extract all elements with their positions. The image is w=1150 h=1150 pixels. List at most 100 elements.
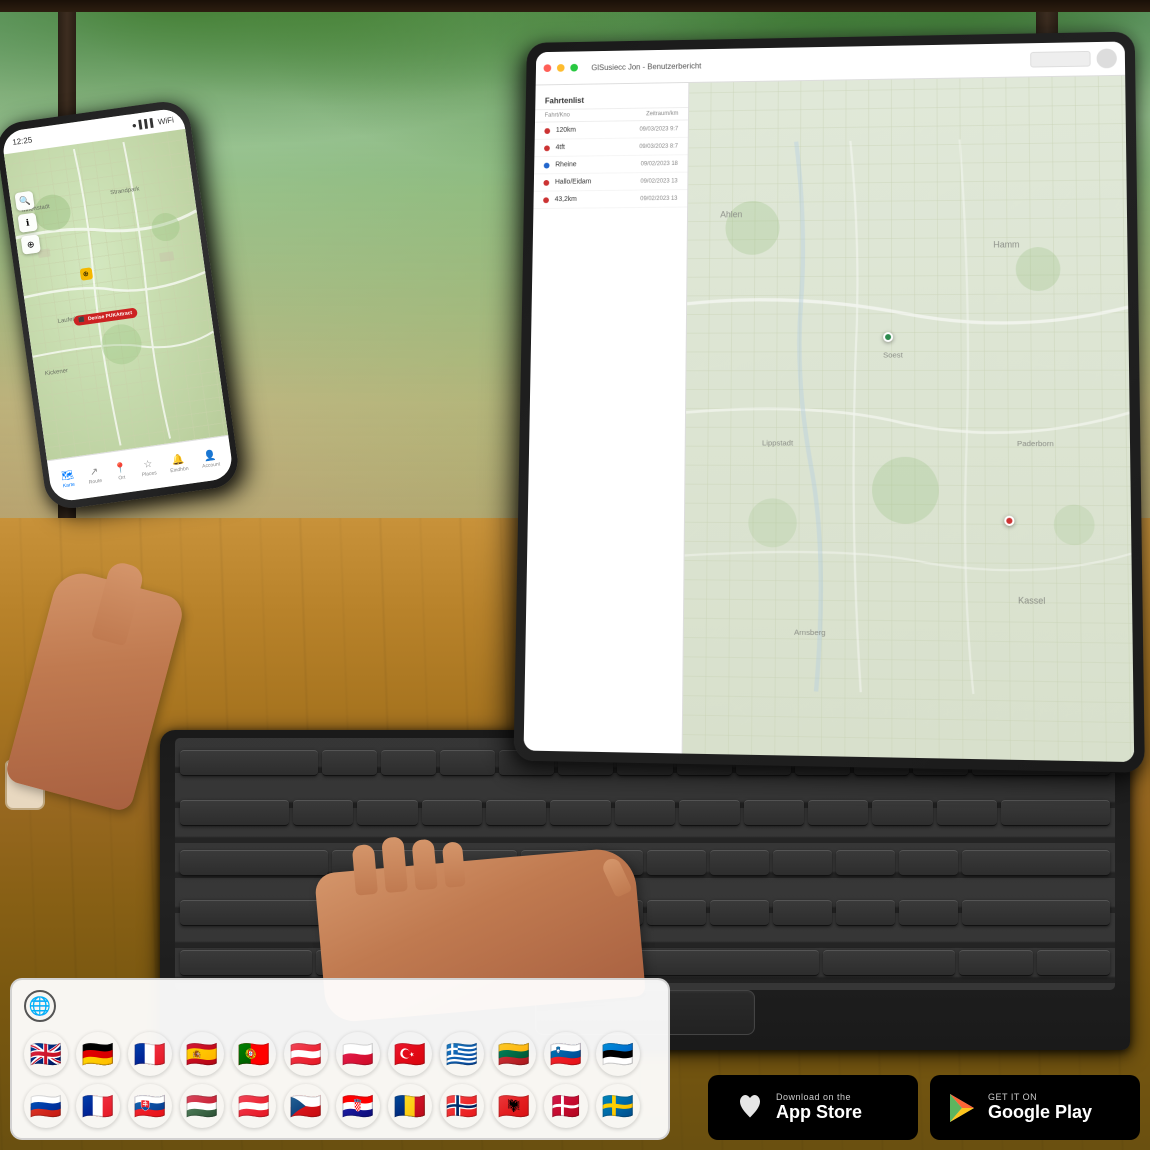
svg-text:Lippstadt: Lippstadt [762, 438, 794, 447]
app-store-text: Download on the App Store [776, 1092, 862, 1123]
phone-nav-layer[interactable]: ⊕ [21, 234, 41, 254]
map-roads-svg: Ahlen Hamm Soest Lippstadt Paderborn Kas… [683, 76, 1135, 762]
flag-denmark: 🇩🇰 [544, 1084, 588, 1128]
finger-3 [412, 839, 438, 891]
key-row-2 [180, 790, 1110, 835]
flag-greece: 🇬🇷 [440, 1032, 484, 1076]
header-dot-maximize[interactable] [570, 64, 578, 72]
key-m [710, 900, 769, 926]
keyboard-key-area [180, 740, 1110, 985]
tablet-sidebar-row[interactable]: 43,2km 09/02/2023 13 [533, 190, 687, 209]
tablet-sidebar-row[interactable]: 120km 09/03/2023 9:7 [535, 120, 688, 139]
key-arrow-r [1037, 950, 1110, 976]
tablet-sidebar-row[interactable]: 4tft 09/03/2023 8:7 [534, 138, 687, 157]
app-store-button[interactable]: Download on the App Store [708, 1075, 918, 1140]
google-play-main: Google Play [988, 1102, 1092, 1123]
header-dot-close[interactable] [544, 64, 552, 72]
svg-text:Kickener: Kickener [45, 368, 69, 377]
key-shift-l [180, 900, 328, 926]
phone-nav-info[interactable]: ℹ [18, 213, 38, 233]
key-l [836, 850, 895, 876]
phone-map: Innenstadt Strandpark Lauferbere Kickene… [4, 129, 228, 460]
flag-norway: 🇳🇴 [440, 1084, 484, 1128]
key-period [836, 900, 895, 926]
svg-text:Soest: Soest [883, 350, 904, 359]
key-semicolon [899, 850, 958, 876]
svg-text:Arnsberg: Arnsberg [794, 627, 826, 637]
flag-poland: 🇵🇱 [336, 1032, 380, 1076]
phone-tab-account[interactable]: 👤 Account [200, 449, 220, 469]
flag-croatia: 🇭🇷 [336, 1084, 380, 1128]
app-store-main: App Store [776, 1102, 862, 1123]
key-p [872, 800, 932, 826]
flags-header: 🌐 [24, 990, 656, 1022]
key-y [615, 800, 675, 826]
key-slash [899, 900, 958, 926]
flag-albania: 🇦🇱 [492, 1084, 536, 1128]
flag-romania: 🇷🇴 [388, 1084, 432, 1128]
key-j [710, 850, 769, 876]
tablet-sidebar-row[interactable]: Hallo/Eidam 09/02/2023 13 [534, 173, 688, 192]
flag-slovenia: 🇸🇮 [544, 1032, 588, 1076]
tablet-device: GlSusiecc Jon - Benutzerbericht Fahrtenl… [514, 32, 1145, 773]
flag-germany: 🇩🇪 [76, 1032, 120, 1076]
key-1 [322, 750, 377, 776]
apple-logo-svg [734, 1092, 766, 1124]
flag-france: 🇫🇷 [128, 1032, 172, 1076]
phone-tab-karte[interactable]: 🗺 Karte [61, 470, 76, 490]
key-bracket [937, 800, 997, 826]
key-r [486, 800, 546, 826]
key-q [293, 800, 353, 826]
flag-estonia: 🇪🇪 [596, 1032, 640, 1076]
google-play-button[interactable]: GET IT ON Google Play [930, 1075, 1140, 1140]
tablet-body: Fahrtenlist Fahrt/Kno Zeitraum/km 120km … [524, 76, 1135, 762]
key-enter [1001, 800, 1110, 826]
google-play-text: GET IT ON Google Play [988, 1092, 1092, 1123]
flag-portugal: 🇵🇹 [232, 1032, 276, 1076]
store-buttons-container: Download on the App Store GET IT ON Goog… [708, 1075, 1140, 1140]
phone-tab-ort[interactable]: 📍 Ort [114, 462, 129, 482]
phone-status-icons: ● ▌▌▌ WiFi [131, 115, 174, 130]
flag-austria2: 🇦🇹 [232, 1084, 276, 1128]
tablet-header-search[interactable] [1030, 51, 1090, 68]
flag-spain: 🇪🇸 [180, 1032, 224, 1076]
flag-slovakia: 🇸🇰 [128, 1084, 172, 1128]
finger-2 [381, 836, 408, 893]
key-3 [440, 750, 495, 776]
phone-nav-search[interactable]: 🔍 [14, 191, 34, 211]
tablet-sidebar-rows: 120km 09/03/2023 9:7 4tft 09/03/2023 8:7… [533, 120, 688, 209]
header-dot-minimize[interactable] [557, 64, 565, 72]
flag-france2: 🇫🇷 [76, 1084, 120, 1128]
flag-russia: 🇷🇺 [24, 1084, 68, 1128]
phone-tab-places[interactable]: ☆ Places [140, 458, 157, 478]
key-enter2 [962, 850, 1110, 876]
google-play-logo-svg [946, 1092, 978, 1124]
tablet-map: Ahlen Hamm Soest Lippstadt Paderborn Kas… [683, 76, 1135, 762]
map-pin-green [883, 332, 893, 342]
flag-czech: 🇨🇿 [284, 1084, 328, 1128]
flags-section: 🌐 🇬🇧🇩🇪🇫🇷🇪🇸🇵🇹🇦🇹🇵🇱🇹🇷🇬🇷🇱🇹🇸🇮🇪🇪 🇷🇺🇫🇷🇸🇰🇭🇺🇦🇹🇨🇿🇭… [10, 978, 670, 1140]
tablet-screen: GlSusiecc Jon - Benutzerbericht Fahrtenl… [524, 41, 1135, 762]
phone-tab-route[interactable]: ↗ Route [87, 466, 103, 486]
flag-lithuania: 🇱🇹 [492, 1032, 536, 1076]
finger-1 [352, 844, 378, 896]
flags-row-2: 🇷🇺🇫🇷🇸🇰🇭🇺🇦🇹🇨🇿🇭🇷🇷🇴🇳🇴🇦🇱🇩🇰🇸🇪 [24, 1084, 656, 1128]
flag-uk: 🇬🇧 [24, 1032, 68, 1076]
key-e [422, 800, 482, 826]
key-escape [180, 750, 318, 776]
phone-tab-eindhbn[interactable]: 🔔 Eindhbn [168, 454, 189, 474]
flag-austria: 🇦🇹 [284, 1032, 328, 1076]
key-w [357, 800, 417, 826]
key-n [647, 900, 706, 926]
main-container: GlSusiecc Jon - Benutzerbericht Fahrtenl… [0, 0, 1150, 1150]
flag-sweden: 🇸🇪 [596, 1084, 640, 1128]
tablet-app-title: GlSusiecc Jon - Benutzerbericht [591, 61, 701, 72]
map-pin-red [1004, 515, 1014, 525]
key-comma [773, 900, 832, 926]
key-shift-r [962, 900, 1110, 926]
tablet-app: GlSusiecc Jon - Benutzerbericht Fahrtenl… [524, 41, 1135, 762]
key-option-r [823, 950, 955, 976]
tablet-sidebar-row[interactable]: Rheine 09/02/2023 18 [534, 155, 688, 174]
finger-4 [442, 841, 466, 888]
key-o [808, 800, 868, 826]
